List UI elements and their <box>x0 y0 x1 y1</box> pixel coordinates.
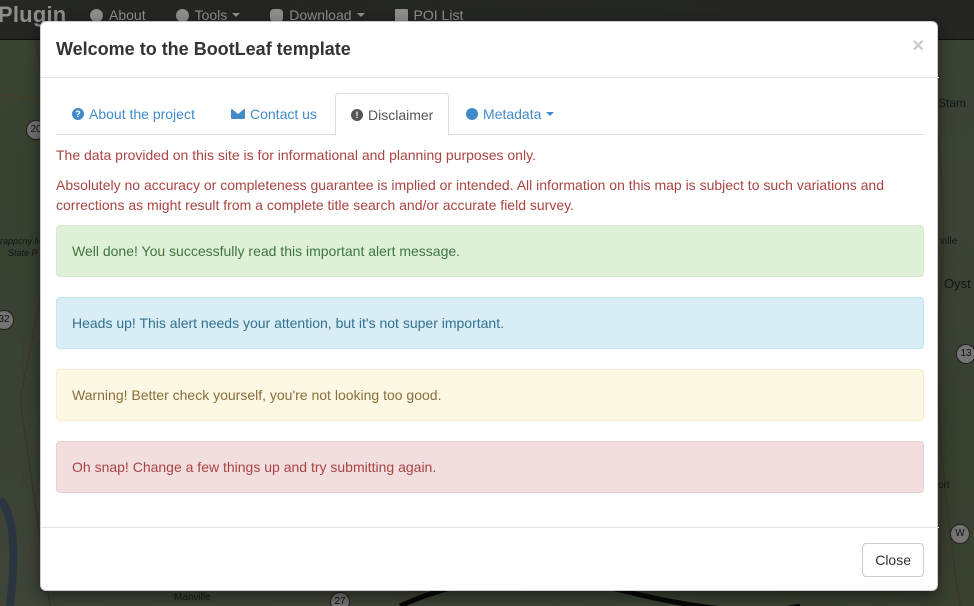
tab-about-the-project[interactable]: ? About the project <box>56 93 211 135</box>
envelope-icon <box>231 109 245 119</box>
modal-tabs: ? About the project Contact us ! Disclai… <box>56 93 924 136</box>
tab-metadata[interactable]: Metadata <box>450 93 570 135</box>
tab-label: Contact us <box>250 106 317 122</box>
list-icon <box>394 8 408 22</box>
modal-title: Welcome to the BootLeaf template <box>56 39 351 59</box>
question-circle-icon: ? <box>72 108 84 120</box>
exclamation-circle-icon: ! <box>351 108 363 121</box>
alert-text: Warning! Better check yourself, you're n… <box>72 387 442 403</box>
tab-disclaimer[interactable]: ! Disclaimer <box>335 93 450 136</box>
modal-header: Welcome to the BootLeaf template × <box>41 22 939 78</box>
disclaimer-line-2: Absolutely no accuracy or completeness g… <box>56 177 885 213</box>
chevron-down-icon <box>232 13 241 17</box>
cloud-download-icon <box>270 8 284 22</box>
tab-label: Metadata <box>483 106 542 122</box>
chevron-down-icon <box>546 112 555 116</box>
alert-text: Oh snap! Change a few things up and try … <box>72 459 437 475</box>
question-circle-icon <box>90 8 103 22</box>
alert-text: Heads up! This alert needs your attentio… <box>72 315 504 331</box>
globe-icon <box>466 108 478 120</box>
close-icon[interactable]: × <box>912 36 924 56</box>
alert-success: Well done! You successfully read this im… <box>56 225 924 277</box>
alert-warning: Warning! Better check yourself, you're n… <box>56 369 924 421</box>
alert-text: Well done! You successfully read this im… <box>72 243 461 259</box>
welcome-modal: Welcome to the BootLeaf template × ? Abo… <box>40 21 939 592</box>
tab-label: About the project <box>89 106 195 122</box>
modal-footer: Close <box>41 527 939 592</box>
tab-label: Disclaimer <box>368 106 434 123</box>
tab-contact-us[interactable]: Contact us <box>215 93 333 135</box>
close-button[interactable]: Close <box>862 543 924 577</box>
chevron-down-icon <box>356 13 365 17</box>
disclaimer-line-1: The data provided on this site is for in… <box>56 147 536 163</box>
globe-icon <box>175 8 189 22</box>
alert-info: Heads up! This alert needs your attentio… <box>56 297 924 349</box>
alert-danger: Oh snap! Change a few things up and try … <box>56 441 924 493</box>
